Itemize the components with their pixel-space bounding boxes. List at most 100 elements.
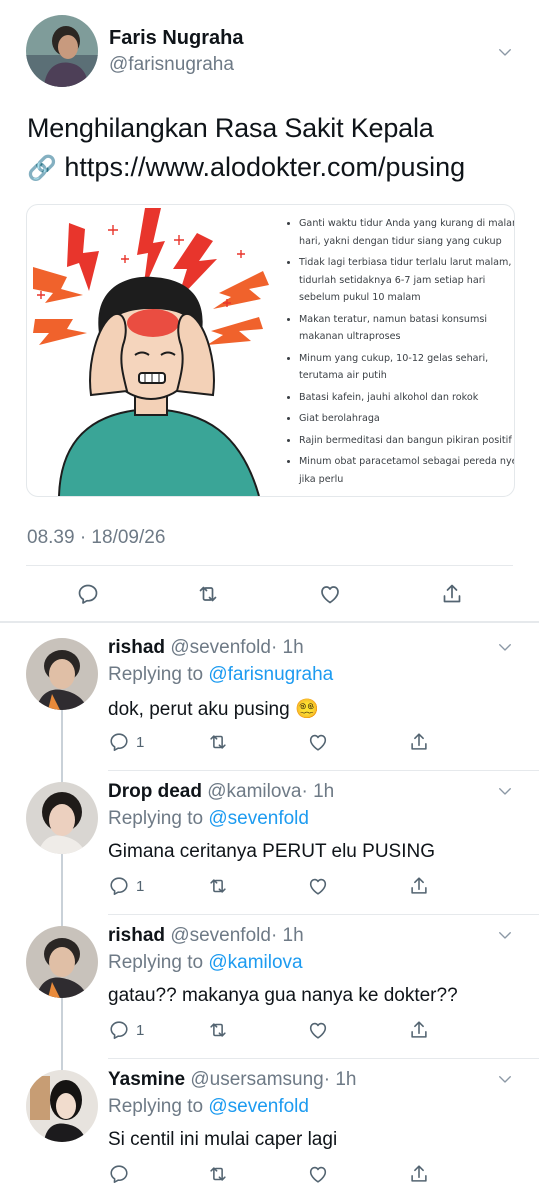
reply-count: 1: [136, 877, 145, 895]
reply-icon: [76, 582, 100, 606]
like-icon: [307, 875, 329, 897]
replying-to-prefix: Replying to: [108, 952, 204, 973]
tip-item: Batasi kafein, jauhi alkohol dan rokok: [299, 389, 514, 407]
tip-item: Giat berolahraga: [299, 410, 514, 428]
like-button[interactable]: [307, 875, 329, 897]
reply-author-name[interactable]: Drop dead: [108, 781, 202, 802]
reply-text: Si centil ini mulai caper lagi: [108, 1129, 338, 1150]
reply-header[interactable]: rishad @sevenfold· 1h: [108, 637, 304, 659]
link-icon: 🔗: [27, 155, 57, 182]
divider: [0, 621, 539, 623]
retweet-button[interactable]: [207, 731, 229, 753]
reply-text: gatau?? makanya gua nanya ke dokter??: [108, 985, 458, 1006]
reply-author-handle[interactable]: @sevenfold: [170, 637, 271, 658]
tip-item: Minum yang cukup, 10-12 gelas sehari, te…: [299, 350, 514, 385]
replying-to-mention[interactable]: @kamilova: [208, 952, 302, 973]
like-button[interactable]: [307, 1019, 329, 1041]
media-card[interactable]: Ganti waktu tidur Anda yang kurang di ma…: [26, 204, 515, 497]
retweet-button[interactable]: [196, 582, 220, 606]
author-name[interactable]: Faris Nugraha: [109, 27, 243, 50]
like-icon: [307, 731, 329, 753]
thread-line: [61, 998, 63, 1070]
share-button[interactable]: [408, 1163, 430, 1185]
retweet-icon: [196, 582, 220, 606]
reply-icon: [108, 875, 130, 897]
reply-header[interactable]: Drop dead @kamilova· 1h: [108, 781, 334, 803]
replying-to-mention[interactable]: @sevenfold: [208, 808, 309, 829]
reply-count: 1: [136, 733, 145, 751]
replying-to-line: Replying to @kamilova: [108, 952, 303, 974]
share-icon: [408, 1163, 430, 1185]
reply-time[interactable]: · 1h: [271, 637, 304, 658]
reply-time[interactable]: · 1h: [271, 925, 304, 946]
reply-header[interactable]: rishad @sevenfold· 1h: [108, 925, 304, 947]
share-button[interactable]: [408, 731, 430, 753]
author-avatar[interactable]: [26, 15, 98, 87]
reply-avatar[interactable]: [26, 926, 98, 998]
share-icon: [440, 582, 464, 606]
reply-author-handle[interactable]: @kamilova: [207, 781, 301, 802]
reply-count: 1: [136, 1021, 145, 1039]
retweet-icon: [207, 1163, 229, 1185]
chevron-down-icon[interactable]: [496, 782, 514, 800]
replying-to-mention[interactable]: @sevenfold: [208, 1096, 309, 1117]
divider: [108, 1058, 539, 1059]
divider: [108, 914, 539, 915]
reply-avatar[interactable]: [26, 638, 98, 710]
chevron-down-icon[interactable]: [496, 926, 514, 944]
reply-avatar[interactable]: [26, 782, 98, 854]
replying-to-prefix: Replying to: [108, 664, 204, 685]
reply-header[interactable]: Yasmine @usersamsung· 1h: [108, 1069, 356, 1091]
chevron-down-icon[interactable]: [496, 638, 514, 656]
tip-item: Makan teratur, namun batasi konsumsi mak…: [299, 311, 514, 346]
retweet-button[interactable]: [207, 1163, 229, 1185]
reply-icon: [108, 1163, 130, 1185]
reply-avatar[interactable]: [26, 1070, 98, 1142]
reply-button[interactable]: 1: [108, 731, 144, 753]
thread-line: [61, 710, 63, 782]
reply-author-handle[interactable]: @sevenfold: [170, 925, 271, 946]
tweet-timestamp[interactable]: 08.39 · 18/09/26: [27, 527, 165, 549]
share-button[interactable]: [408, 1019, 430, 1041]
share-icon: [408, 1019, 430, 1041]
tip-item: Minum obat paracetamol sebagai pereda ny…: [299, 453, 514, 488]
tweet-text: Menghilangkan Rasa Sakit Kepala: [27, 113, 434, 143]
tip-item: Rajin bermeditasi dan bangun pikiran pos…: [299, 432, 514, 450]
share-icon: [408, 875, 430, 897]
reply-icon: [108, 1019, 130, 1041]
share-button[interactable]: [440, 582, 464, 606]
like-button[interactable]: [307, 731, 329, 753]
reply-button[interactable]: [76, 582, 100, 606]
tip-item: Ganti waktu tidur Anda yang kurang di ma…: [299, 215, 514, 250]
retweet-button[interactable]: [207, 875, 229, 897]
reply-author-name[interactable]: rishad: [108, 925, 165, 946]
reply-button[interactable]: [108, 1163, 136, 1185]
reply-author-handle[interactable]: @usersamsung: [190, 1069, 323, 1090]
reply-time[interactable]: · 1h: [302, 781, 335, 802]
tips-list: Ganti waktu tidur Anda yang kurang di ma…: [283, 215, 514, 492]
retweet-icon: [207, 875, 229, 897]
share-button[interactable]: [408, 875, 430, 897]
replying-to-mention[interactable]: @farisnugraha: [208, 664, 333, 685]
reply-button[interactable]: 1: [108, 875, 144, 897]
like-icon: [307, 1163, 329, 1185]
thread-line: [61, 854, 63, 926]
tip-item: Tidak lagi terbiasa tidur terlalu larut …: [299, 254, 514, 307]
headache-illustration: [33, 208, 269, 496]
reply-button[interactable]: 1: [108, 1019, 144, 1041]
reply-time[interactable]: · 1h: [324, 1069, 357, 1090]
replying-to-prefix: Replying to: [108, 808, 204, 829]
retweet-button[interactable]: [207, 1019, 229, 1041]
reply-author-name[interactable]: Yasmine: [108, 1069, 185, 1090]
tweet-link[interactable]: https://www.alodokter.com/pusing: [64, 152, 465, 182]
replying-to-line: Replying to @sevenfold: [108, 808, 309, 830]
divider: [108, 770, 539, 771]
chevron-down-icon[interactable]: [496, 1070, 514, 1088]
author-handle[interactable]: @farisnugraha: [109, 54, 234, 76]
reply-icon: [108, 731, 130, 753]
tweet-link-row[interactable]: 🔗 https://www.alodokter.com/pusing: [27, 152, 465, 183]
reply-author-name[interactable]: rishad: [108, 637, 165, 658]
like-button[interactable]: [318, 582, 342, 606]
like-button[interactable]: [307, 1163, 329, 1185]
chevron-down-icon[interactable]: [496, 43, 514, 61]
